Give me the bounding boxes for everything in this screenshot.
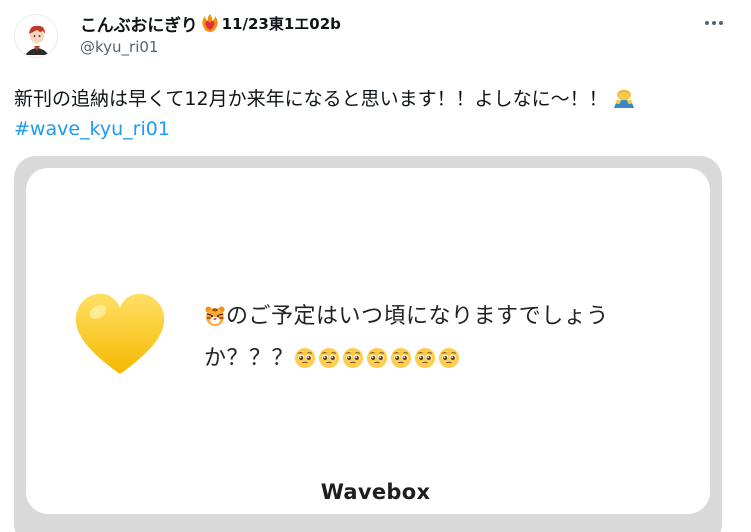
tiger-face-icon (205, 306, 225, 326)
avatar-character-icon (15, 15, 57, 57)
pleading-face-icon (439, 348, 460, 368)
tweet-body: 新刊の追納は早くて12月か来年になると思います！！よしなに〜！！ (14, 88, 608, 110)
card-message: のご予定はいつ頃になりますでしょう か？？？ (204, 296, 609, 380)
pleading-face-icon (319, 348, 340, 368)
tweet-text: 新刊の追納は早くて12月か来年になると思います！！よしなに〜！！ #wave_k… (14, 84, 636, 144)
more-options-button[interactable] (703, 14, 725, 32)
card-message-text: のご予定はいつ頃になりますでしょう (226, 304, 609, 329)
pleading-face-icon (343, 348, 364, 368)
hashtag-link[interactable]: #wave_kyu_ri01 (14, 118, 170, 140)
avatar[interactable] (14, 14, 58, 58)
display-name-row[interactable]: こんぶおにぎり 11/23東1エ02b (80, 10, 691, 36)
pleading-face-icon (391, 348, 412, 368)
display-name[interactable]: こんぶおにぎり (80, 11, 198, 36)
tweet-header: こんぶおにぎり 11/23東1エ02b @kyu_ri01 (80, 10, 691, 56)
pleading-faces (294, 346, 462, 371)
wavebox-logo: Wavebox (320, 480, 431, 504)
more-dots-icon (705, 21, 709, 25)
pleading-face-icon (367, 348, 388, 368)
hashtag-line: #wave_kyu_ri01 (14, 114, 636, 144)
card-message-text: か？？？ (204, 346, 295, 371)
pleading-face-icon (415, 348, 436, 368)
person-bowing-emoji (613, 89, 634, 108)
pleading-face-icon (295, 348, 316, 368)
display-name-suffix[interactable]: 11/23東1エ02b (222, 13, 341, 34)
handle[interactable]: @kyu_ri01 (80, 38, 691, 56)
card-message-line: のご予定はいつ頃になりますでしょう (204, 296, 609, 338)
yellow-heart-icon (75, 293, 165, 374)
more-dots-icon (712, 21, 716, 25)
card-message-line: か？？？ (204, 338, 609, 380)
heart-on-fire-icon (201, 14, 218, 32)
tweet-text-line: 新刊の追納は早くて12月か来年になると思います！！よしなに〜！！ (14, 84, 636, 114)
more-dots-icon (719, 21, 723, 25)
tweet: こんぶおにぎり 11/23東1エ02b @kyu_ri01 新刊の追納は早くて1… (0, 0, 751, 532)
